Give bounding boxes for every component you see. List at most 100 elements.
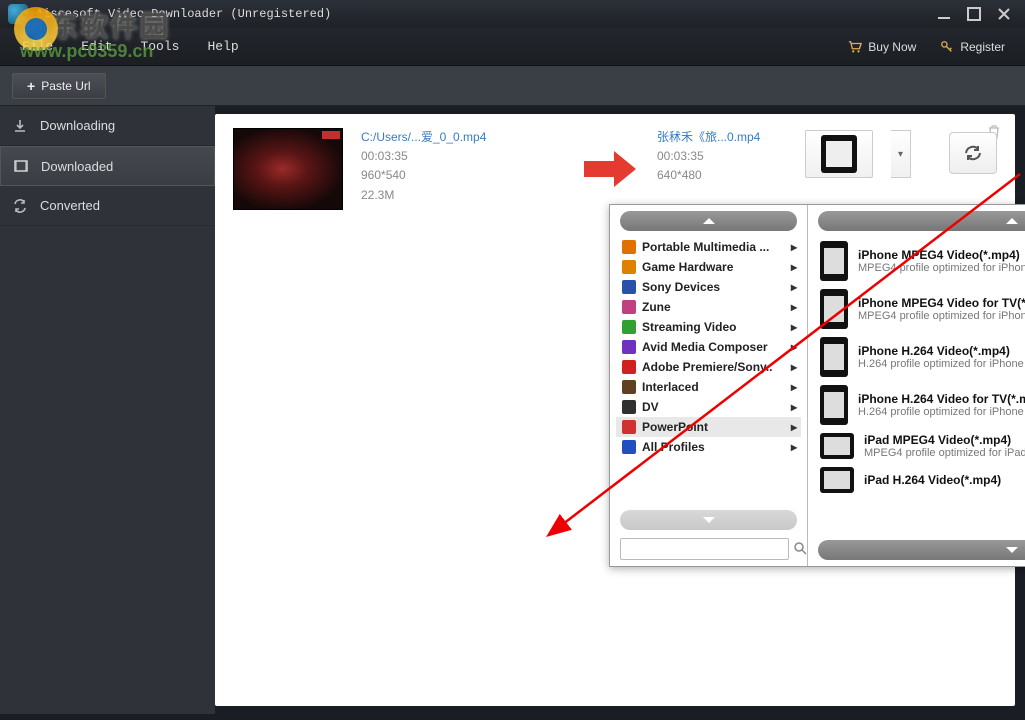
menu-help[interactable]: Help [193, 39, 252, 54]
category-item[interactable]: Game Hardware▸ [616, 257, 801, 277]
sidebar-item-label: Downloaded [41, 159, 113, 174]
category-label: Adobe Premiere/Sony.. [642, 360, 772, 374]
category-icon [620, 419, 638, 435]
profile-desc: MPEG4 profile optimized for iPad [864, 447, 1025, 459]
chevron-right-icon: ▸ [791, 260, 797, 274]
download-icon [0, 118, 40, 134]
sidebar-item-label: Converted [40, 198, 100, 213]
profile-item[interactable]: iPad H.264 Video(*.mp4) [814, 463, 1025, 497]
maximize-button[interactable] [961, 5, 987, 23]
sidebar-item-downloaded[interactable]: Downloaded [0, 146, 215, 186]
titlebar: Aiseesoft Video Downloader (Unregistered… [0, 0, 1025, 28]
device-icon [820, 467, 854, 493]
chevron-right-icon: ▸ [791, 380, 797, 394]
category-item[interactable]: PowerPoint ▸ [616, 417, 801, 437]
toolbar: + Paste Url [0, 66, 1025, 106]
profile-item[interactable]: iPhone MPEG4 Video(*.mp4)MPEG4 profile o… [814, 237, 1025, 285]
category-icon [620, 319, 638, 335]
menu-edit[interactable]: Edit [67, 39, 126, 54]
profile-dropdown-panel: Portable Multimedia ...▸Game Hardware▸So… [609, 204, 1025, 567]
category-label: Avid Media Composer [642, 340, 768, 354]
video-thumbnail [233, 128, 343, 210]
category-label: PowerPoint [642, 420, 708, 434]
chevron-right-icon: ▸ [791, 320, 797, 334]
paste-url-button[interactable]: + Paste Url [12, 73, 106, 99]
category-item[interactable]: Sony Devices ▸ [616, 277, 801, 297]
profile-item[interactable]: iPhone H.264 Video(*.mp4)H.264 profile o… [814, 333, 1025, 381]
chevron-right-icon: ▸ [791, 420, 797, 434]
device-icon [820, 289, 848, 329]
category-label: Sony Devices [642, 280, 720, 294]
category-list: Portable Multimedia ...▸Game Hardware▸So… [616, 237, 801, 504]
category-scroll-up[interactable] [620, 211, 797, 231]
menu-file[interactable]: File [8, 39, 67, 54]
chevron-right-icon: ▸ [791, 300, 797, 314]
category-label: Zune [642, 300, 671, 314]
category-icon [620, 379, 638, 395]
profile-scroll-up[interactable] [818, 211, 1025, 231]
close-button[interactable] [991, 5, 1017, 23]
device-icon [820, 241, 848, 281]
chevron-right-icon: ▸ [791, 340, 797, 354]
output-format-button[interactable] [805, 130, 873, 178]
profile-title: iPhone H.264 Video(*.mp4) [858, 344, 1024, 358]
output-format-dropdown[interactable]: ▾ [891, 130, 911, 178]
search-icon[interactable] [793, 541, 807, 558]
source-duration: 00:03:35 [361, 147, 561, 166]
target-name: 张秫禾《旅...0.mp4 [657, 128, 787, 147]
profile-item[interactable]: iPhone H.264 Video for TV(*.mp4)H.264 pr… [814, 381, 1025, 429]
chevron-right-icon: ▸ [791, 360, 797, 374]
plus-icon: + [27, 78, 35, 94]
profile-title: iPhone H.264 Video for TV(*.mp4) [858, 392, 1025, 406]
category-icon [620, 299, 638, 315]
profile-item[interactable]: iPhone MPEG4 Video for TV(*.mp4)MPEG4 pr… [814, 285, 1025, 333]
category-item[interactable]: DV ▸ [616, 397, 801, 417]
category-item[interactable]: Interlaced ▸ [616, 377, 801, 397]
category-icon [620, 399, 638, 415]
sidebar-item-label: Downloading [40, 118, 115, 133]
source-path: C:/Users/...爱_0_0.mp4 [361, 128, 561, 147]
convert-button[interactable] [949, 132, 997, 174]
category-label: DV [642, 400, 659, 414]
source-size: 22.3M [361, 186, 561, 205]
category-item[interactable]: Adobe Premiere/Sony.. ▸ [616, 357, 801, 377]
profile-desc: MPEG4 profile optimized for iPhone TV-Ou… [858, 310, 1025, 322]
chevron-right-icon: ▸ [791, 400, 797, 414]
device-icon [820, 385, 848, 425]
minimize-button[interactable] [931, 5, 957, 23]
target-resolution: 640*480 [657, 166, 787, 185]
sidebar-item-converted[interactable]: Converted [0, 186, 215, 226]
profile-title: iPad MPEG4 Video(*.mp4) [864, 433, 1025, 447]
ipad-device-icon [821, 135, 857, 173]
category-item[interactable]: Zune ▸ [616, 297, 801, 317]
menu-tools[interactable]: Tools [126, 39, 193, 54]
window-title: Aiseesoft Video Downloader (Unregistered… [36, 7, 927, 21]
category-label: Interlaced [642, 380, 699, 394]
menubar: File Edit Tools Help Buy Now Register [0, 28, 1025, 66]
category-label: Streaming Video [642, 320, 736, 334]
register-button[interactable]: Register [928, 40, 1017, 54]
device-icon [820, 433, 854, 459]
main-panel: C:/Users/...爱_0_0.mp4 00:03:35 960*540 2… [215, 114, 1015, 706]
profile-scroll-down[interactable] [818, 540, 1025, 560]
category-item[interactable]: All Profiles▸ [616, 437, 801, 457]
sidebar-item-downloading[interactable]: Downloading [0, 106, 215, 146]
sidebar: Downloading Downloaded Converted [0, 106, 215, 714]
buy-now-button[interactable]: Buy Now [836, 40, 928, 54]
profile-panel: iPhone MPEG4 Video(*.mp4)MPEG4 profile o… [808, 205, 1025, 566]
target-info: 张秫禾《旅...0.mp4 00:03:35 640*480 [657, 128, 787, 210]
film-icon [1, 158, 41, 174]
chevron-right-icon: ▸ [791, 280, 797, 294]
profile-item[interactable]: iPad MPEG4 Video(*.mp4)MPEG4 profile opt… [814, 429, 1025, 463]
category-item[interactable]: Portable Multimedia ...▸ [616, 237, 801, 257]
key-icon [940, 40, 954, 54]
profile-search-input[interactable] [620, 538, 789, 560]
category-scroll-down [620, 510, 797, 530]
source-info: C:/Users/...爱_0_0.mp4 00:03:35 960*540 2… [361, 128, 561, 210]
convert-icon [0, 198, 40, 214]
category-panel: Portable Multimedia ...▸Game Hardware▸So… [610, 205, 808, 566]
chevron-right-icon: ▸ [791, 440, 797, 454]
category-item[interactable]: Avid Media Composer ▸ [616, 337, 801, 357]
app-logo-icon [8, 4, 28, 24]
category-item[interactable]: Streaming Video ▸ [616, 317, 801, 337]
